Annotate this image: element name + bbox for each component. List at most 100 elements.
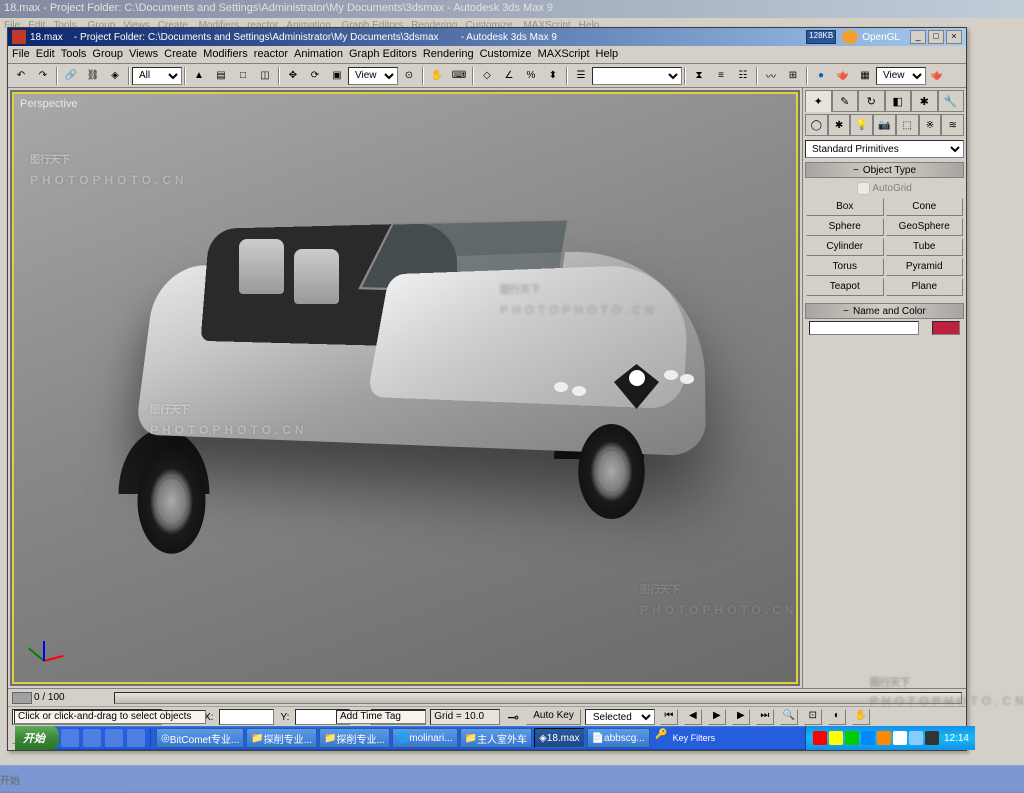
tray-icon-3[interactable]	[845, 731, 859, 745]
task-folder2[interactable]: 📁 探削专业...	[319, 728, 390, 748]
menu-animation[interactable]: Animation	[294, 48, 343, 61]
menu-grapheditors[interactable]: Graph Editors	[349, 48, 417, 61]
zoom-all-button[interactable]: ⊡	[804, 709, 822, 725]
color-swatch[interactable]	[932, 321, 960, 335]
time-slider-handle[interactable]	[12, 692, 32, 704]
perspective-viewport[interactable]: Perspective	[12, 92, 798, 684]
tube-button[interactable]: Tube	[886, 238, 964, 256]
schematic-button[interactable]: ⊞	[783, 66, 803, 86]
autogrid-checkbox[interactable]	[857, 182, 870, 195]
car-model[interactable]	[74, 164, 714, 554]
shapes-tab[interactable]: ✱	[828, 114, 851, 136]
keyfilters-tray[interactable]: 🔑	[653, 729, 671, 747]
cylinder-button[interactable]: Cylinder	[806, 238, 884, 256]
timeline[interactable]: 0 / 100	[8, 689, 966, 707]
select-region-button[interactable]: □	[233, 66, 253, 86]
named-sets-button[interactable]: ☰	[571, 66, 591, 86]
snap-toggle-button[interactable]: ◇	[477, 66, 497, 86]
object-type-rollout[interactable]: −Object Type	[805, 162, 964, 178]
helpers-tab[interactable]: ⬚	[896, 114, 919, 136]
maximize-button[interactable]: □	[928, 30, 944, 44]
unlink-button[interactable]: ⛓	[83, 66, 103, 86]
menu-file[interactable]: File	[12, 48, 30, 61]
menu-edit[interactable]: Edit	[36, 48, 55, 61]
menu-views[interactable]: Views	[129, 48, 158, 61]
tray-icon-7[interactable]	[909, 731, 923, 745]
box-button[interactable]: Box	[806, 198, 884, 216]
tray-icon-5[interactable]	[877, 731, 891, 745]
systems-tab[interactable]: ≋	[941, 114, 964, 136]
keymode-dropdown[interactable]: Selected	[585, 709, 655, 725]
quicklaunch-qq-icon[interactable]	[127, 729, 145, 747]
menu-maxscript[interactable]: MAXScript	[538, 48, 590, 61]
clock[interactable]: 12:14	[944, 733, 969, 744]
lights-tab[interactable]: 💡	[850, 114, 873, 136]
geosphere-button[interactable]: GeoSphere	[886, 218, 964, 236]
start-button[interactable]: 开始	[15, 726, 59, 750]
geometry-tab[interactable]: ◯	[805, 114, 828, 136]
tray-icon-6[interactable]	[893, 731, 907, 745]
task-bitcomet[interactable]: ◎ BitComet专业...	[156, 728, 244, 748]
refcoord-dropdown[interactable]: View	[348, 67, 398, 85]
render-view-dropdown[interactable]: View	[876, 67, 926, 85]
layers-button[interactable]: ☷	[733, 66, 753, 86]
goto-start-button[interactable]: ⏮	[660, 709, 678, 725]
named-sets-dropdown[interactable]	[592, 67, 682, 85]
pivot-button[interactable]: ⊙	[399, 66, 419, 86]
material-editor-button[interactable]: ●	[811, 66, 831, 86]
window-crossing-button[interactable]: ◫	[255, 66, 275, 86]
select-name-button[interactable]: ▤	[211, 66, 231, 86]
bind-button[interactable]: ◈	[105, 66, 125, 86]
render-scene-button[interactable]: 🫖	[833, 66, 853, 86]
task-abbscg[interactable]: 📄 abbscg...	[587, 728, 650, 748]
cone-button[interactable]: Cone	[886, 198, 964, 216]
close-button[interactable]: ×	[946, 30, 962, 44]
modify-tab[interactable]: ✎	[832, 90, 859, 112]
play-button[interactable]: ▶	[708, 709, 726, 725]
create-tab[interactable]: ✦	[805, 90, 832, 112]
autokey-button[interactable]: Auto Key	[526, 709, 581, 725]
render-type-button[interactable]: ▦	[855, 66, 875, 86]
task-molinari[interactable]: 🌐 molinari...	[392, 728, 458, 748]
titlebar[interactable]: 18.max - Project Folder: C:\Documents an…	[8, 28, 966, 46]
quicklaunch-ie-icon[interactable]	[61, 729, 79, 747]
fov-button[interactable]: ◐	[828, 709, 846, 725]
menu-tools[interactable]: Tools	[61, 48, 87, 61]
cameras-tab[interactable]: 📷	[873, 114, 896, 136]
menu-modifiers[interactable]: Modifiers	[203, 48, 248, 61]
sphere-button[interactable]: Sphere	[806, 218, 884, 236]
menu-group[interactable]: Group	[92, 48, 123, 61]
menu-create[interactable]: Create	[164, 48, 197, 61]
menu-help[interactable]: Help	[596, 48, 619, 61]
tray-icon-4[interactable]	[861, 731, 875, 745]
primitive-category-dropdown[interactable]: Standard Primitives	[805, 140, 964, 158]
angle-snap-button[interactable]: ∠	[499, 66, 519, 86]
spacewarps-tab[interactable]: ※	[919, 114, 942, 136]
teapot-button[interactable]: Teapot	[806, 278, 884, 296]
tray-volume-icon[interactable]	[925, 731, 939, 745]
utilities-tab[interactable]: 🔧	[938, 90, 965, 112]
menubar[interactable]: File Edit Tools Group Views Create Modif…	[8, 46, 966, 64]
tray-icon-2[interactable]	[829, 731, 843, 745]
script-icon[interactable]	[842, 30, 858, 44]
object-name-input[interactable]	[809, 321, 919, 335]
name-color-rollout[interactable]: −Name and Color	[805, 303, 964, 319]
selection-filter-dropdown[interactable]: All	[132, 67, 182, 85]
menu-rendering[interactable]: Rendering	[423, 48, 474, 61]
quick-render-button[interactable]: 🫖	[927, 66, 947, 86]
pyramid-button[interactable]: Pyramid	[886, 258, 964, 276]
menu-reactor[interactable]: reactor	[254, 48, 288, 61]
quicklaunch-desktop-icon[interactable]	[83, 729, 101, 747]
percent-snap-button[interactable]: %	[521, 66, 541, 86]
align-button[interactable]: ≡	[711, 66, 731, 86]
task-outdoor-car[interactable]: 📁 主人室外车	[460, 728, 532, 748]
motion-tab[interactable]: ◧	[885, 90, 912, 112]
mirror-button[interactable]: ⧗	[689, 66, 709, 86]
plane-button[interactable]: Plane	[886, 278, 964, 296]
keyboard-button[interactable]: ⌨	[449, 66, 469, 86]
timeline-track[interactable]	[114, 692, 962, 704]
rotate-button[interactable]: ⟳	[305, 66, 325, 86]
spinner-snap-button[interactable]: ⬍	[543, 66, 563, 86]
time-tag[interactable]: Add Time Tag	[336, 710, 426, 724]
display-tab[interactable]: ✱	[911, 90, 938, 112]
